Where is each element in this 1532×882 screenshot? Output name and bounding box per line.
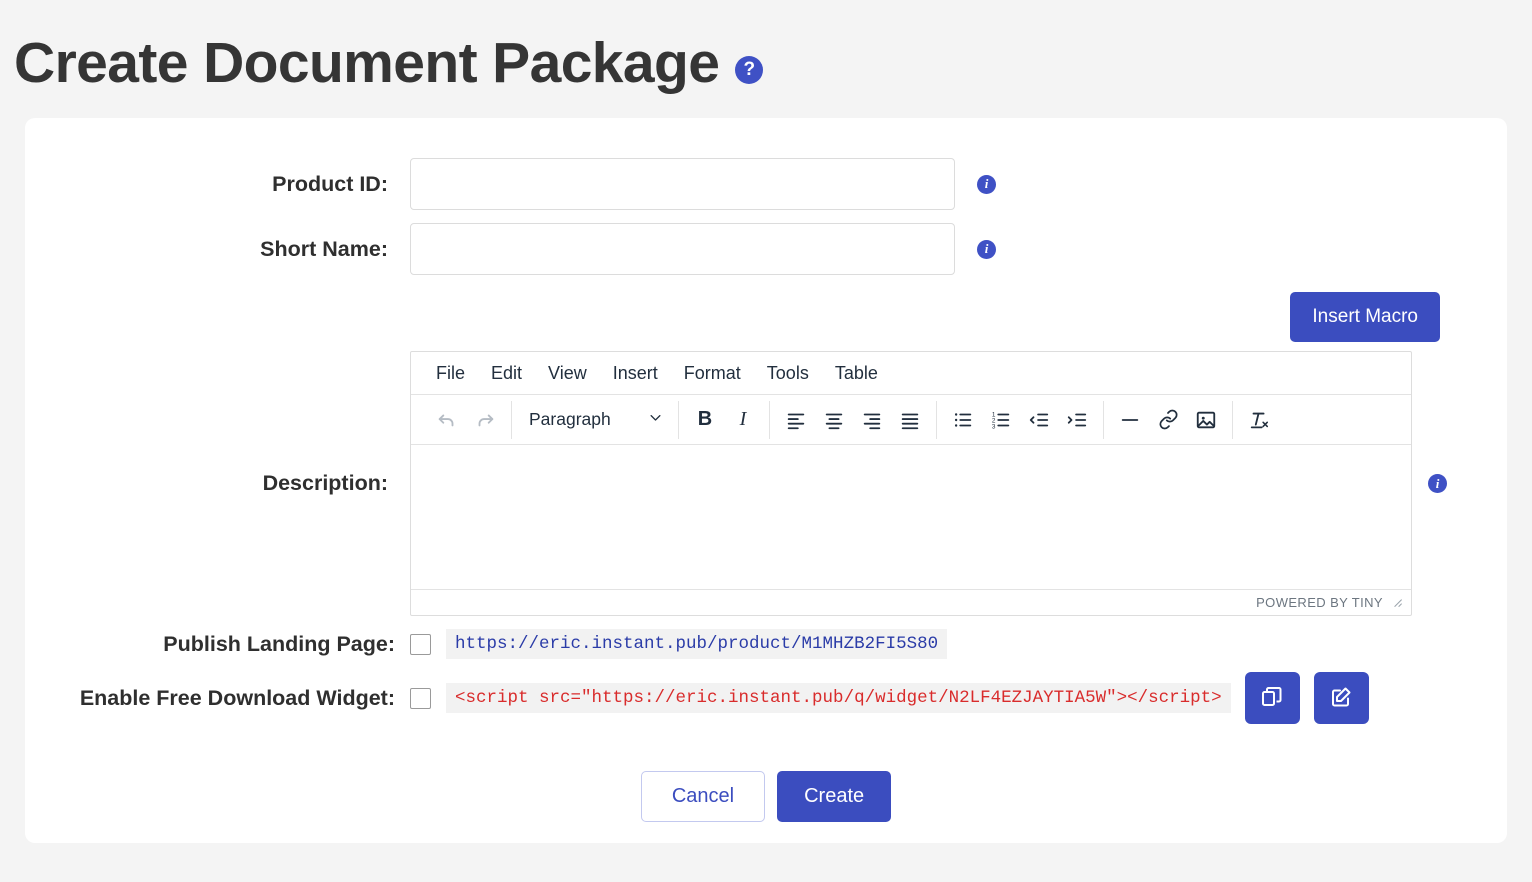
landing-page-url[interactable]: https://eric.instant.pub/product/M1MHZB2… — [446, 629, 947, 659]
bullet-list-icon[interactable] — [944, 402, 982, 438]
form-card: Product ID: i Short Name: i Insert Macro… — [25, 118, 1507, 843]
publish-landing-page-checkbox[interactable] — [410, 634, 431, 655]
redo-icon[interactable] — [466, 402, 504, 438]
product-id-row: Product ID: i — [25, 158, 1507, 210]
editor-menubar: File Edit View Insert Format Tools Table — [411, 352, 1411, 395]
download-widget-row: Enable Free Download Widget: <script src… — [25, 672, 1507, 724]
copy-icon — [1260, 685, 1284, 712]
editor-status-bar: POWERED BY TINY — [411, 590, 1411, 615]
copy-button[interactable] — [1245, 672, 1300, 724]
edit-button[interactable] — [1314, 672, 1369, 724]
toolbar-group-align — [770, 401, 937, 439]
svg-text:3: 3 — [992, 423, 996, 430]
horizontal-rule-icon[interactable] — [1111, 402, 1149, 438]
align-justify-icon[interactable] — [891, 402, 929, 438]
short-name-label: Short Name: — [25, 237, 410, 262]
product-id-input[interactable] — [410, 158, 955, 210]
chevron-down-icon — [648, 409, 663, 430]
download-widget-script[interactable]: <script src="https://eric.instant.pub/q/… — [446, 683, 1231, 713]
toolbar-group-clear — [1233, 401, 1285, 439]
menu-format[interactable]: Format — [673, 359, 752, 388]
toolbar-group-lists: 123 — [937, 401, 1104, 439]
publish-landing-page-label: Publish Landing Page: — [25, 632, 410, 657]
align-center-icon[interactable] — [815, 402, 853, 438]
footer-actions: Cancel Create — [25, 771, 1507, 822]
short-name-info-icon[interactable]: i — [977, 240, 996, 259]
outdent-icon[interactable] — [1020, 402, 1058, 438]
download-widget-checkbox[interactable] — [410, 688, 431, 709]
align-right-icon[interactable] — [853, 402, 891, 438]
rich-text-editor: File Edit View Insert Format Tools Table — [410, 351, 1412, 616]
bold-icon[interactable]: B — [686, 402, 724, 438]
publish-landing-page-row: Publish Landing Page: https://eric.insta… — [25, 629, 1507, 659]
description-row: Description: File Edit View Insert Forma… — [25, 351, 1507, 616]
undo-icon[interactable] — [428, 402, 466, 438]
edit-square-icon — [1329, 685, 1353, 712]
toolbar-group-format-select: Paragraph — [512, 401, 679, 439]
menu-table[interactable]: Table — [824, 359, 889, 388]
create-button[interactable]: Create — [777, 771, 891, 822]
help-circle-icon[interactable]: ? — [735, 56, 763, 84]
cancel-button[interactable]: Cancel — [641, 771, 765, 822]
menu-view[interactable]: View — [537, 359, 598, 388]
page-title: Create Document Package — [14, 35, 719, 92]
format-select[interactable]: Paragraph — [519, 402, 671, 438]
menu-file[interactable]: File — [425, 359, 476, 388]
editor-branding-label: POWERED BY TINY — [1256, 595, 1383, 610]
link-icon[interactable] — [1149, 402, 1187, 438]
short-name-input[interactable] — [410, 223, 955, 275]
numbered-list-icon[interactable]: 123 — [982, 402, 1020, 438]
description-info-icon[interactable]: i — [1428, 474, 1447, 493]
menu-tools[interactable]: Tools — [756, 359, 820, 388]
toolbar-group-history — [421, 401, 512, 439]
editor-toolbar: Paragraph B I — [411, 395, 1411, 445]
insert-macro-row: Insert Macro — [25, 292, 1507, 342]
editor-content-area[interactable] — [411, 445, 1411, 590]
download-widget-label: Enable Free Download Widget: — [25, 686, 410, 711]
align-left-icon[interactable] — [777, 402, 815, 438]
menu-edit[interactable]: Edit — [480, 359, 533, 388]
page-header: Create Document Package ? — [0, 0, 1532, 118]
insert-macro-button[interactable]: Insert Macro — [1290, 292, 1440, 342]
short-name-row: Short Name: i — [25, 223, 1507, 275]
italic-icon[interactable]: I — [724, 402, 762, 438]
format-select-value: Paragraph — [529, 409, 611, 430]
product-id-label: Product ID: — [25, 172, 410, 197]
image-icon[interactable] — [1187, 402, 1225, 438]
description-label: Description: — [25, 471, 410, 496]
menu-insert[interactable]: Insert — [602, 359, 669, 388]
indent-icon[interactable] — [1058, 402, 1096, 438]
toolbar-group-insert — [1104, 401, 1233, 439]
product-id-info-icon[interactable]: i — [977, 175, 996, 194]
remove-format-icon[interactable] — [1240, 402, 1278, 438]
resize-handle-icon[interactable] — [1390, 595, 1403, 611]
toolbar-group-basic: B I — [679, 401, 770, 439]
